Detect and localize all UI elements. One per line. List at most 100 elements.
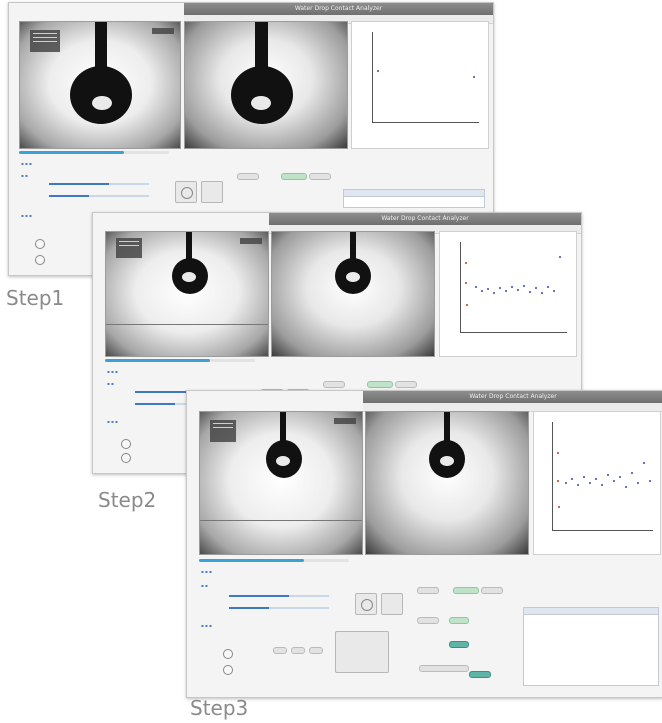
record-button-icon[interactable] xyxy=(355,593,377,615)
droplet-reflection xyxy=(276,456,290,466)
data-point xyxy=(529,291,531,293)
option-pill[interactable] xyxy=(273,647,287,654)
action-pill[interactable] xyxy=(469,671,491,678)
contact-angle-plot[interactable] xyxy=(533,411,661,555)
data-point xyxy=(541,292,543,294)
data-point xyxy=(473,76,475,78)
data-point xyxy=(377,70,379,72)
droplet-reflection xyxy=(251,96,271,110)
option-pill[interactable] xyxy=(309,173,331,180)
direction-pad[interactable] xyxy=(335,631,389,673)
progress-bar xyxy=(105,359,255,362)
camera-view-captured[interactable] xyxy=(271,231,435,357)
option-pill[interactable] xyxy=(323,381,345,388)
slider[interactable] xyxy=(49,183,149,185)
option-pill[interactable] xyxy=(367,381,393,388)
slider[interactable] xyxy=(229,607,329,609)
window-titlebar: Water Drop Contact Analyzer xyxy=(363,391,662,403)
slider[interactable] xyxy=(49,195,149,197)
data-point xyxy=(511,286,513,288)
option-pill[interactable] xyxy=(309,647,323,654)
data-point xyxy=(601,484,603,486)
baseline xyxy=(106,324,268,325)
window-titlebar: Water Drop Contact Analyzer xyxy=(269,213,581,225)
data-point xyxy=(487,288,489,290)
rotate-control[interactable] xyxy=(121,453,131,463)
results-table[interactable] xyxy=(523,614,659,686)
scale-overlay xyxy=(152,28,174,34)
camera-view-live[interactable] xyxy=(19,21,181,149)
option-pill[interactable] xyxy=(417,617,439,624)
droplet-reflection xyxy=(346,272,360,282)
scale-overlay xyxy=(240,238,262,244)
plot-axes xyxy=(460,242,567,333)
plot-axes xyxy=(372,32,479,123)
plot-axes xyxy=(552,422,653,531)
option-pill[interactable] xyxy=(453,587,479,594)
section-label: ▪ ▪ ▪ xyxy=(107,369,118,374)
data-point xyxy=(465,262,467,264)
droplet-icon xyxy=(70,66,132,124)
option-pill[interactable] xyxy=(237,173,259,180)
contact-angle-plot[interactable] xyxy=(351,21,489,149)
section-label: ▪ ▪ ▪ xyxy=(21,213,32,218)
section-label: ▪ ▪ ▪ xyxy=(201,623,212,628)
data-point xyxy=(493,292,495,294)
camera-view-captured[interactable] xyxy=(184,21,348,149)
option-pill[interactable] xyxy=(449,617,469,624)
droplet-reflection xyxy=(92,96,112,110)
data-point xyxy=(577,484,579,486)
data-point xyxy=(643,462,645,464)
stop-button-icon[interactable] xyxy=(201,181,223,203)
slider[interactable] xyxy=(229,595,329,597)
option-pill[interactable] xyxy=(419,665,469,672)
progress-bar xyxy=(19,151,169,154)
option-pill[interactable] xyxy=(417,587,439,594)
option-pill[interactable] xyxy=(481,587,503,594)
camera-view-captured[interactable] xyxy=(365,411,529,555)
droplet-reflection xyxy=(440,456,454,466)
record-button-icon[interactable] xyxy=(175,181,197,203)
option-pill[interactable] xyxy=(395,381,417,388)
stop-button-icon[interactable] xyxy=(381,593,403,615)
baseline xyxy=(200,520,362,521)
section-label: ▪ ▪ ▪ xyxy=(201,569,212,574)
data-point xyxy=(631,472,633,474)
info-overlay xyxy=(116,238,142,258)
data-point xyxy=(505,290,507,292)
window-titlebar: Water Drop Contact Analyzer xyxy=(184,3,493,15)
data-point xyxy=(523,285,525,287)
progress-bar xyxy=(199,559,349,562)
data-point xyxy=(557,480,559,482)
droplet-reflection xyxy=(182,272,196,282)
data-point xyxy=(517,289,519,291)
section-label: ▪ ▪ ▪ xyxy=(21,161,32,166)
rotate-control[interactable] xyxy=(223,665,233,675)
data-point xyxy=(499,287,501,289)
action-pill[interactable] xyxy=(449,641,469,648)
data-point xyxy=(558,506,560,508)
data-point xyxy=(625,486,627,488)
step1-label: Step1 xyxy=(6,286,65,310)
data-point xyxy=(481,290,483,292)
data-point xyxy=(589,482,591,484)
step3-label: Step3 xyxy=(190,696,249,720)
contact-angle-plot[interactable] xyxy=(439,231,577,357)
rotate-control[interactable] xyxy=(35,239,45,249)
step3-window: Water Drop Contact Analyzer File Edit Vi… xyxy=(186,390,662,698)
rotate-control[interactable] xyxy=(121,439,131,449)
data-point xyxy=(557,452,559,454)
data-point xyxy=(475,286,477,288)
camera-view-live[interactable] xyxy=(199,411,363,555)
results-table[interactable] xyxy=(343,196,485,208)
rotate-control[interactable] xyxy=(223,649,233,659)
data-point xyxy=(613,480,615,482)
info-overlay xyxy=(30,30,60,52)
option-pill[interactable] xyxy=(291,647,305,654)
rotate-control[interactable] xyxy=(35,255,45,265)
data-point xyxy=(553,290,555,292)
scale-overlay xyxy=(334,418,356,424)
camera-view-live[interactable] xyxy=(105,231,269,357)
option-pill[interactable] xyxy=(281,173,307,180)
data-point xyxy=(535,287,537,289)
